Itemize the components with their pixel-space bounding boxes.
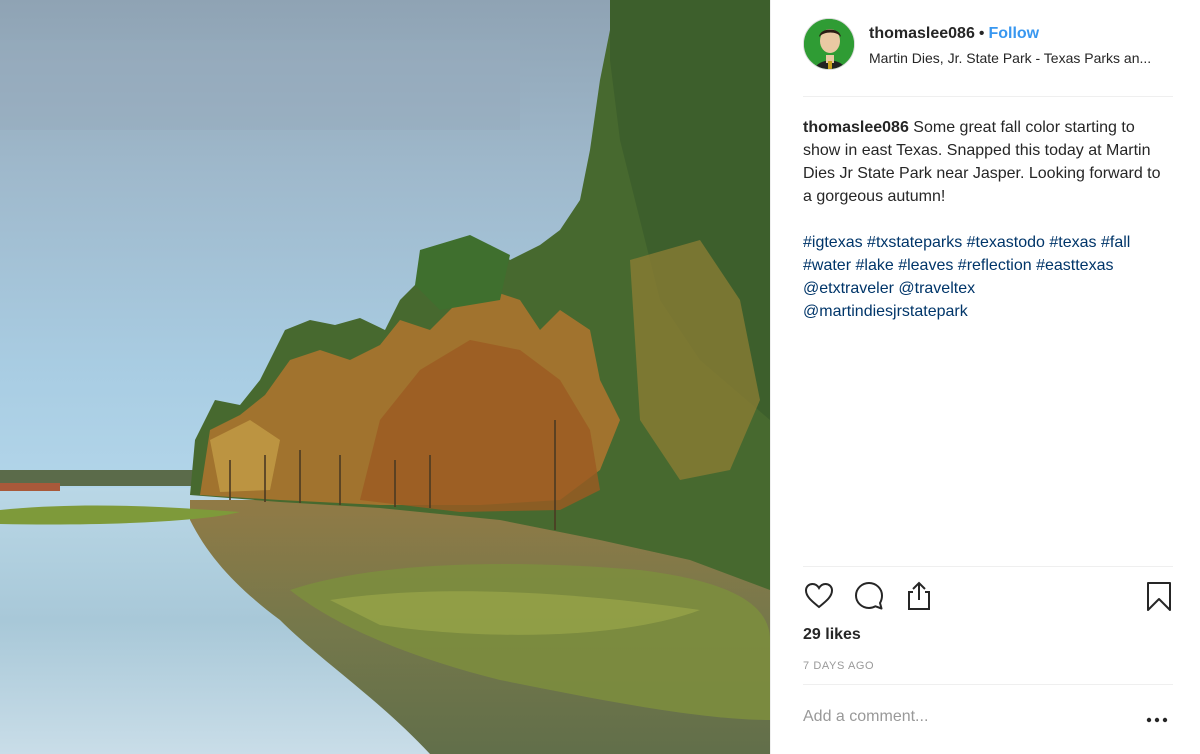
mention-link[interactable]: @martindiesjrstatepark xyxy=(803,303,968,320)
heart-icon xyxy=(804,582,834,609)
mention-link[interactable]: @etxtraveler xyxy=(803,280,894,297)
hashtag-link[interactable]: #leaves xyxy=(898,257,953,274)
hashtag-link[interactable]: #texas xyxy=(1049,234,1096,251)
hashtag-link[interactable]: #fall xyxy=(1101,234,1130,251)
hashtag-link[interactable]: #igtexas xyxy=(803,234,863,251)
comment-divider xyxy=(803,684,1173,685)
caption-username[interactable]: thomaslee086 xyxy=(803,119,909,136)
follow-button[interactable]: Follow xyxy=(988,25,1039,42)
like-count[interactable]: 29 likes xyxy=(803,626,861,644)
header-text: thomaslee086 • Follow Martin Dies, Jr. Sta… xyxy=(869,24,1169,66)
user-portrait-icon xyxy=(804,19,854,69)
hashtag-link[interactable]: #texastodo xyxy=(967,234,1045,251)
actions-divider xyxy=(803,566,1173,567)
comment-button[interactable] xyxy=(853,580,889,616)
avatar[interactable] xyxy=(803,18,855,70)
comment-input[interactable] xyxy=(803,708,1123,726)
post-photo[interactable] xyxy=(0,0,770,754)
share-button[interactable] xyxy=(903,580,939,616)
instagram-post: thomaslee086 • Follow Martin Dies, Jr. Sta… xyxy=(0,0,1200,754)
bookmark-icon xyxy=(1147,582,1171,611)
save-button[interactable] xyxy=(1143,580,1179,616)
caption-tags: #igtexas #txstateparks #texastodo #texas… xyxy=(803,231,1165,323)
more-options-button[interactable] xyxy=(1143,712,1171,728)
more-dots-icon xyxy=(1146,717,1168,723)
username-link[interactable]: thomaslee086 xyxy=(869,25,975,42)
hashtag-link[interactable]: #reflection xyxy=(958,257,1032,274)
header-divider xyxy=(803,96,1173,97)
lake-autumn-photo xyxy=(0,0,770,754)
post-caption: thomaslee086 Some great fall color start… xyxy=(803,116,1165,323)
share-icon xyxy=(908,581,930,610)
caption-body: thomaslee086 Some great fall color start… xyxy=(803,116,1165,208)
post-sidebar: thomaslee086 • Follow Martin Dies, Jr. Sta… xyxy=(770,0,1200,754)
mention-link[interactable]: @traveltex xyxy=(898,280,975,297)
post-timestamp[interactable]: 7 DAYS AGO xyxy=(803,660,874,672)
separator-dot: • xyxy=(978,25,985,42)
header-userline: thomaslee086 • Follow xyxy=(869,24,1169,44)
location-link[interactable]: Martin Dies, Jr. State Park - Texas Park… xyxy=(869,50,1169,66)
hashtag-link[interactable]: #lake xyxy=(855,257,893,274)
comment-bubble-icon xyxy=(855,582,883,610)
hashtag-link[interactable]: #water xyxy=(803,257,851,274)
hashtag-link[interactable]: #easttexas xyxy=(1036,257,1113,274)
post-header: thomaslee086 • Follow Martin Dies, Jr. Sta… xyxy=(803,18,1173,96)
action-bar xyxy=(803,580,1173,620)
like-button[interactable] xyxy=(803,580,839,616)
hashtag-link[interactable]: #txstateparks xyxy=(867,234,962,251)
